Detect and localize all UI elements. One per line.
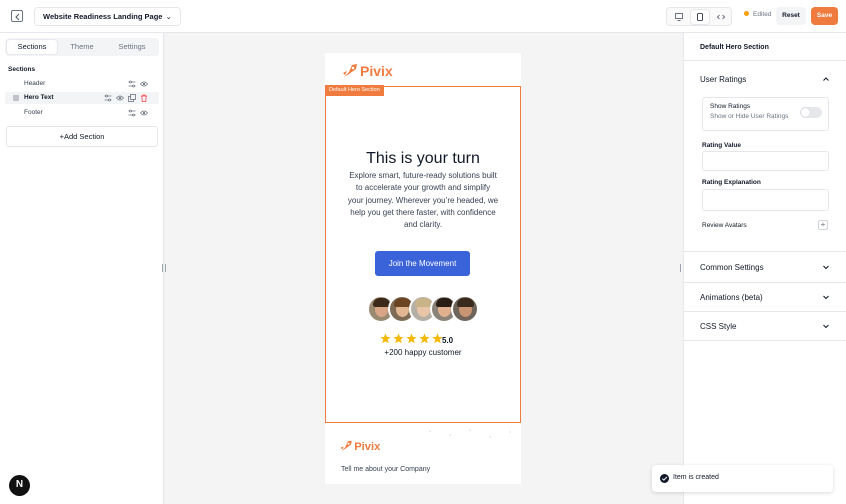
- rocket-icon: [340, 440, 352, 451]
- rating-value: 5.0: [442, 336, 454, 345]
- css-style-accordion[interactable]: CSS Style: [700, 322, 736, 331]
- toggle-knob: [801, 108, 810, 117]
- status-dot: [744, 11, 749, 16]
- tab-settings[interactable]: Settings: [107, 40, 157, 54]
- eye-icon[interactable]: [116, 94, 124, 102]
- show-ratings-sub: Show or Hide User Ratings: [710, 113, 789, 120]
- edit-status: Edited: [744, 11, 771, 18]
- toast-notification: Item is created: [652, 465, 833, 492]
- page-selector[interactable]: Website Readiness Landing Page ⌄: [34, 7, 181, 26]
- hero-title[interactable]: This is your turn: [325, 150, 521, 168]
- tab-sections[interactable]: Sections: [7, 40, 57, 54]
- divider: [684, 340, 846, 341]
- footer-pattern-decoration: [429, 429, 511, 438]
- eye-icon[interactable]: [140, 109, 148, 117]
- code-icon: [717, 14, 725, 20]
- n-logo-icon: N: [15, 479, 24, 490]
- code-view-button[interactable]: [712, 10, 730, 24]
- tablet-view-button[interactable]: [691, 10, 709, 24]
- join-movement-button[interactable]: Join the Movement: [375, 251, 470, 276]
- app-logo-button[interactable]: N: [9, 475, 30, 496]
- monitor-icon: [675, 13, 683, 21]
- panel-title: Default Hero Section: [700, 44, 769, 51]
- rocket-icon: [343, 64, 357, 77]
- tab-theme[interactable]: Theme: [57, 40, 107, 54]
- sliders-icon[interactable]: [104, 94, 112, 102]
- star-icon: [393, 333, 404, 344]
- star-icon: [419, 333, 430, 344]
- sliders-icon[interactable]: [128, 109, 136, 117]
- sliders-icon[interactable]: [128, 80, 136, 88]
- star-icon: [380, 333, 391, 344]
- section-item-footer[interactable]: Footer: [5, 107, 159, 119]
- check-icon: [661, 476, 668, 481]
- brand-logo: Pivix: [341, 62, 401, 80]
- user-ratings-accordion[interactable]: User Ratings: [700, 75, 746, 84]
- show-ratings-toggle[interactable]: [800, 107, 822, 118]
- footer-brand-logo: Pivix: [339, 439, 387, 453]
- divider: [684, 311, 846, 312]
- preview-header[interactable]: Pivix: [325, 53, 521, 86]
- add-section-button[interactable]: +Add Section: [6, 126, 158, 147]
- section-label: Hero Text: [24, 94, 54, 101]
- reset-button[interactable]: Reset: [776, 7, 806, 25]
- review-avatars: [367, 295, 479, 325]
- divider: [684, 251, 846, 252]
- save-button[interactable]: Save: [811, 7, 838, 25]
- chevron-down-icon[interactable]: [822, 263, 830, 271]
- page-title: Website Readiness Landing Page: [43, 12, 163, 21]
- section-item-header[interactable]: Header: [5, 78, 159, 90]
- left-panel: Sections Theme Settings Sections Header …: [0, 33, 164, 504]
- page-preview: Pivix Default Hero Section This is your …: [325, 53, 521, 484]
- duplicate-icon[interactable]: [128, 94, 136, 102]
- trash-icon[interactable]: [140, 94, 148, 102]
- toast-message: Item is created: [673, 474, 719, 481]
- properties-panel: Default Hero Section User Ratings Show R…: [683, 33, 846, 504]
- exit-editor-button[interactable]: [11, 10, 23, 22]
- section-item-hero-text[interactable]: Hero Text: [5, 92, 159, 104]
- brand-name: Pivix: [354, 439, 381, 453]
- hero-section-tag: Default Hero Section: [325, 85, 384, 96]
- panel-back-icon: [15, 13, 20, 21]
- avatar: [451, 295, 479, 323]
- sections-heading: Sections: [8, 66, 36, 73]
- common-settings-accordion[interactable]: Common Settings: [700, 263, 764, 272]
- star-icon: [406, 333, 417, 344]
- divider: [684, 60, 846, 61]
- device-switcher: [666, 7, 732, 26]
- check-circle-icon: [660, 474, 669, 483]
- avatar-hair: [457, 298, 474, 307]
- chevron-down-icon[interactable]: [822, 322, 830, 330]
- add-avatar-button[interactable]: +: [818, 220, 828, 230]
- top-bar: Website Readiness Landing Page ⌄ Edited R…: [0, 0, 846, 33]
- rating-explanation-label: Rating Explanation: [702, 179, 761, 186]
- edited-label: Edited: [753, 11, 772, 18]
- chevron-down-icon: ⌄: [165, 12, 172, 21]
- show-ratings-label: Show Ratings: [710, 103, 751, 110]
- rating-value-input[interactable]: [702, 151, 829, 171]
- footer-text: Tell me about your Company: [341, 466, 431, 473]
- add-section-label: Add Section: [63, 132, 105, 141]
- chevron-down-icon[interactable]: [822, 293, 830, 301]
- animations-accordion[interactable]: Animations (beta): [700, 293, 763, 302]
- chevron-up-icon[interactable]: [822, 75, 830, 83]
- drag-handle-icon[interactable]: [12, 94, 20, 102]
- preview-footer[interactable]: Pivix Tell me about your Company: [325, 425, 521, 484]
- rating-explanation-input[interactable]: [702, 189, 829, 211]
- section-label: Header: [24, 80, 46, 87]
- divider: [684, 282, 846, 283]
- happy-customers: +200 happy customer: [384, 348, 462, 357]
- eye-icon[interactable]: [140, 80, 148, 88]
- desktop-view-button[interactable]: [670, 10, 688, 24]
- section-label: Footer: [24, 109, 43, 116]
- brand-name: Pivix: [360, 63, 393, 79]
- panel-tabs: Sections Theme Settings: [5, 38, 159, 56]
- rating-value-label: Rating Value: [702, 142, 742, 149]
- left-resize-handle[interactable]: [162, 264, 166, 272]
- tablet-icon: [697, 13, 703, 21]
- hero-description[interactable]: Explore smart, future-ready solutions bu…: [347, 170, 499, 231]
- show-ratings-card: Show Ratings Show or Hide User Ratings: [702, 97, 829, 131]
- review-avatars-label: Review Avatars: [702, 222, 747, 229]
